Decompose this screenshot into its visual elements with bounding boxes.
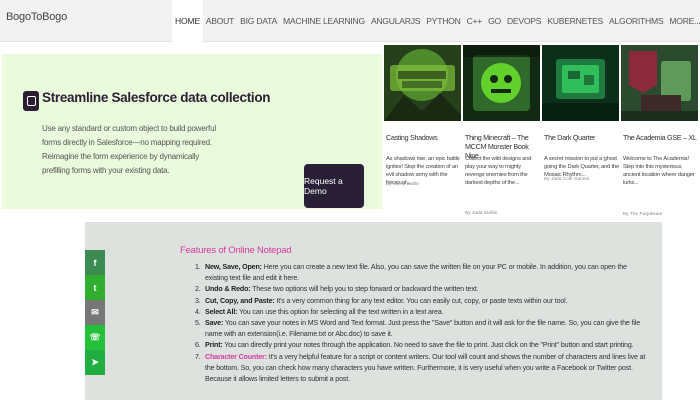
- ad-title: Streamline Salesforce data collection: [42, 90, 271, 105]
- feature-text: You can save your notes in MS Word and T…: [205, 319, 641, 339]
- feature-item: 2. Undo & Redo: These two options will he…: [195, 285, 479, 294]
- card-desc: Welcome to The Academia! Step into this …: [623, 156, 695, 186]
- nav-more-label: MORE...: [669, 16, 700, 26]
- nav-item-machine-learning[interactable]: MACHINE LEARNING: [280, 0, 368, 42]
- feature-text: You can directly print your notes throug…: [222, 341, 634, 350]
- feature-text: These two options will help you to step …: [250, 285, 479, 294]
- form-icon: [23, 91, 39, 111]
- main-nav: HOME ABOUT BIG DATA MACHINE LEARNING ANG…: [172, 0, 700, 42]
- card-author: By Jada Stahle: [465, 211, 498, 216]
- feature-item: 3. Cut, Copy, and Paste: It's a very comm…: [195, 296, 568, 305]
- feature-text: It's a very common thing for any text ed…: [274, 296, 568, 305]
- features-title: Features of Online Notepad: [180, 245, 292, 256]
- share-telegram-button[interactable]: ➤: [85, 350, 105, 375]
- share-whatsapp-button[interactable]: ☏: [85, 325, 105, 350]
- feature-item: 4. Select All: You can use this option fo…: [195, 307, 444, 316]
- card-author: By Jada Cole Games: [544, 177, 590, 182]
- card-author: By Lucky Battle: [386, 182, 420, 187]
- nav-item-big-data[interactable]: BIG DATA: [237, 0, 280, 42]
- card-desc: A secret mission to put a ghost going th…: [544, 156, 620, 178]
- feature-item: 7. Character Counter: It's a very helpful…: [195, 352, 646, 384]
- card-author: By The Purplesaur: [623, 212, 663, 217]
- card-thumbnail[interactable]: [542, 45, 619, 121]
- site-brand[interactable]: BogoToBogo: [6, 11, 67, 23]
- nav-item-devops[interactable]: DEVOPS: [504, 0, 544, 42]
- card-title[interactable]: The Dark Quarter: [544, 133, 619, 142]
- nav-item-more[interactable]: MORE...▼: [666, 0, 700, 42]
- card-thumbnail[interactable]: [463, 45, 540, 121]
- feature-text: It's a very helpful feature for a script…: [205, 352, 646, 384]
- feature-item: 5. Save: You can save your notes in MS Wo…: [195, 319, 641, 339]
- game-card[interactable]: Thing Minecraft – The MCCM Monster Book …: [463, 45, 540, 220]
- twitter-icon: t: [93, 282, 97, 293]
- top-navbar: BogoToBogo HOME ABOUT BIG DATA MACHINE L…: [0, 0, 700, 42]
- feature-label: Character Counter:: [205, 352, 267, 361]
- telegram-icon: ➤: [91, 357, 99, 367]
- feature-text: You can use this option for selecting al…: [237, 307, 444, 316]
- social-share-bar: f t ✉ ☏ ➤: [85, 250, 105, 375]
- facebook-icon: f: [93, 257, 97, 268]
- nav-item-cpp[interactable]: C++: [464, 0, 486, 42]
- feature-label: New, Save, Open:: [205, 263, 262, 271]
- card-title[interactable]: Casting Shadows: [386, 133, 461, 142]
- game-card[interactable]: Casting Shadows As shadows rise, an epic…: [384, 45, 461, 220]
- share-twitter-button[interactable]: t: [85, 275, 105, 300]
- card-desc: Collect the wild designs and play your w…: [465, 156, 532, 186]
- nav-item-angularjs[interactable]: ANGULARJS: [368, 0, 423, 42]
- feature-item: 6. Print: You can directly print your not…: [195, 341, 634, 350]
- request-demo-button[interactable]: Request a Demo: [304, 164, 364, 208]
- ad-banner[interactable]: Streamline Salesforce data collection Us…: [2, 54, 382, 209]
- card-thumbnail[interactable]: [384, 45, 461, 121]
- ad-text: Use any standard or custom object to bui…: [42, 124, 216, 175]
- card-title[interactable]: The Academia GSE – XL: [623, 133, 698, 142]
- notepad-features-section: Features of Online Notepad 1. New, Save, …: [85, 222, 662, 400]
- feature-text: Here you can create a new text file. Als…: [205, 263, 627, 283]
- nav-item-home[interactable]: HOME: [172, 0, 203, 42]
- nav-item-kubernetes[interactable]: KUBERNETES: [544, 0, 606, 42]
- email-icon: ✉: [91, 307, 99, 317]
- game-card[interactable]: The Academia GSE – XL Welcome to The Aca…: [621, 45, 698, 220]
- share-email-button[interactable]: ✉: [85, 300, 105, 325]
- share-facebook-button[interactable]: f: [85, 250, 105, 275]
- whatsapp-icon: ☏: [89, 332, 101, 342]
- nav-item-about[interactable]: ABOUT: [203, 0, 237, 42]
- feature-label: Undo & Redo:: [205, 285, 251, 294]
- feature-label: Select All:: [205, 307, 238, 316]
- card-thumbnail[interactable]: [621, 45, 698, 121]
- feature-label: Cut, Copy, and Paste:: [205, 296, 275, 305]
- nav-item-python[interactable]: PYTHON: [423, 0, 463, 42]
- feature-item: 1. New, Save, Open: Here you can create a…: [195, 263, 627, 283]
- nav-item-algorithms[interactable]: ALGORITHMS: [606, 0, 666, 42]
- feature-label: Print:: [205, 341, 223, 350]
- game-card[interactable]: The Dark Quarter A secret mission to put…: [542, 45, 619, 220]
- feature-label: Save:: [205, 319, 224, 328]
- nav-item-go[interactable]: GO: [485, 0, 504, 42]
- features-list: 1. New, Save, Open: Here you can create a…: [195, 262, 650, 385]
